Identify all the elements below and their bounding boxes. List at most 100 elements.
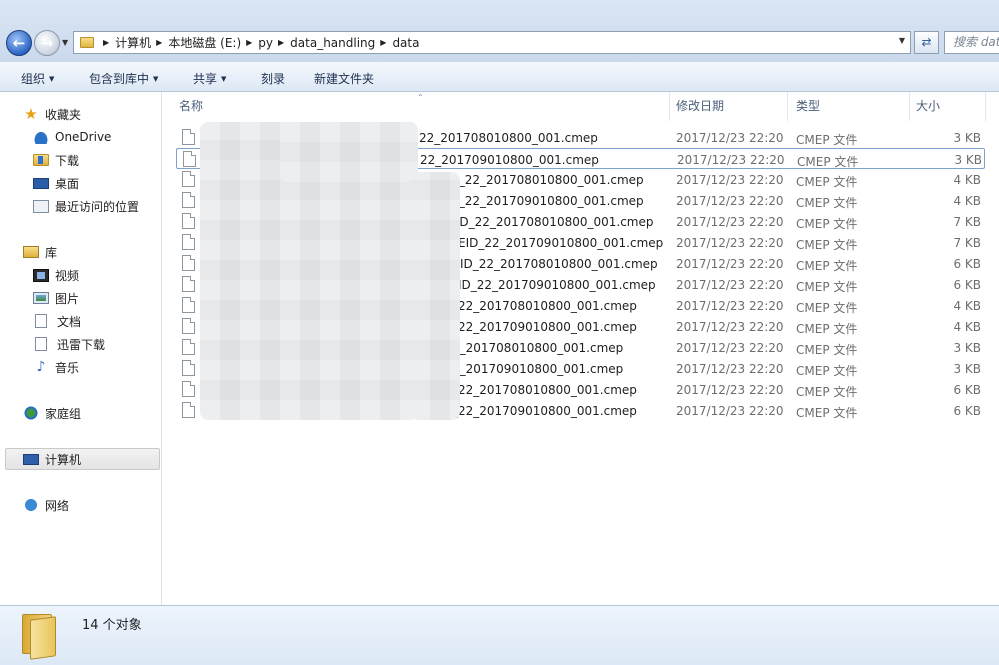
- file-icon: [182, 402, 195, 418]
- file-name: ID_22_201709010800_001.cmep: [458, 278, 656, 292]
- chevron-right-icon[interactable]: ▶: [380, 38, 386, 47]
- file-name: _22_201709010800_001.cmep: [452, 320, 637, 334]
- nav-item-label: 计算机: [45, 452, 82, 467]
- nav-item-label: 下载: [55, 153, 80, 168]
- file-name: .ID_22_201708010800_001.cmep: [452, 215, 654, 229]
- dropdown-arrow-icon: ▼: [49, 75, 55, 83]
- nav-item-downloads[interactable]: 下载: [0, 149, 162, 171]
- new-folder-button[interactable]: 新建文件夹: [314, 70, 374, 87]
- file-icon: [182, 171, 195, 187]
- file-icon: [182, 129, 195, 145]
- nav-item-pictures[interactable]: 图片: [0, 287, 162, 309]
- file-icon: [182, 360, 195, 376]
- share-button[interactable]: 共享 ▼: [193, 70, 226, 87]
- nav-item-computer[interactable]: 计算机: [5, 448, 160, 470]
- file-modified: 2017/12/23 22:20: [676, 215, 784, 229]
- organize-label: 组织: [21, 72, 46, 86]
- file-name: ID_22_201708010800_001.cmep: [446, 173, 644, 187]
- file-icon: [182, 318, 195, 334]
- nav-item-music[interactable]: ♪ 音乐: [0, 356, 162, 378]
- file-type: CMEP 文件: [796, 238, 858, 252]
- music-note-icon: ♪: [36, 359, 46, 375]
- file-modified: 2017/12/23 22:20: [676, 383, 784, 397]
- back-button[interactable]: ←: [6, 30, 32, 56]
- details-pane: 14 个对象: [0, 605, 999, 665]
- file-name: 2_201709010800_001.cmep: [452, 362, 624, 376]
- file-name: 22_201708010800_001.cmep: [419, 131, 598, 145]
- nav-item-label: 视频: [55, 268, 80, 283]
- nav-item-libraries[interactable]: 库: [0, 241, 162, 263]
- file-name: ID_22_201709010800_001.cmep: [446, 194, 644, 208]
- breadcrumb-computer[interactable]: 计算机: [115, 34, 151, 51]
- breadcrumb-py[interactable]: py: [258, 36, 273, 50]
- file-list: ⌃ 名称 修改日期 类型 大小 22_201708010800_001.cmep…: [162, 92, 999, 605]
- file-modified: 2017/12/23 22:20: [676, 362, 784, 376]
- breadcrumb-data[interactable]: data: [392, 36, 419, 50]
- file-size: 7 KB: [953, 215, 981, 229]
- file-icon: [182, 381, 195, 397]
- file-icon: [182, 192, 195, 208]
- file-modified: 2017/12/23 22:20: [677, 153, 785, 167]
- file-modified: 2017/12/23 22:20: [676, 131, 784, 145]
- file-modified: 2017/12/23 22:20: [676, 404, 784, 418]
- file-size: 4 KB: [953, 299, 981, 313]
- cloud-icon: [33, 130, 49, 144]
- nav-item-favorites[interactable]: ★ 收藏夹: [0, 103, 162, 125]
- address-bar-region: ← → ▼ ▶ 计算机 ▶ 本地磁盘 (E:) ▶ py ▶ data_hand…: [0, 0, 999, 62]
- nav-item-desktop[interactable]: 桌面: [0, 172, 162, 194]
- nav-item-recent[interactable]: 最近访问的位置: [0, 195, 162, 217]
- file-name: _22_201708010800_001.cmep: [452, 299, 637, 313]
- refresh-button[interactable]: ⇄: [914, 31, 939, 54]
- file-size: 6 KB: [953, 404, 981, 418]
- chevron-right-icon[interactable]: ▶: [103, 38, 109, 47]
- file-icon: [182, 255, 195, 271]
- burn-button[interactable]: 刻录: [261, 70, 285, 87]
- file-size: 3 KB: [953, 341, 981, 355]
- breadcrumb-data-handling[interactable]: data_handling: [290, 36, 375, 50]
- breadcrumb-drive-e[interactable]: 本地磁盘 (E:): [168, 34, 241, 51]
- dropdown-arrow-icon: ▼: [221, 75, 227, 83]
- nav-item-documents[interactable]: 文档: [0, 310, 162, 332]
- nav-item-label: 网络: [45, 498, 70, 513]
- column-header-modified[interactable]: 修改日期: [676, 92, 788, 121]
- chevron-right-icon[interactable]: ▶: [156, 38, 162, 47]
- file-modified: 2017/12/23 22:20: [676, 341, 784, 355]
- include-in-library-button[interactable]: 包含到库中 ▼: [89, 70, 158, 87]
- file-name: EID_22_201709010800_001.cmep: [458, 236, 664, 250]
- nav-item-onedrive[interactable]: OneDrive: [0, 126, 162, 148]
- search-input[interactable]: 搜索 data: [944, 31, 999, 54]
- file-size: 6 KB: [953, 257, 981, 271]
- dropdown-arrow-icon: ▼: [153, 75, 159, 83]
- file-size: 3 KB: [953, 362, 981, 376]
- file-icon: [182, 297, 195, 313]
- nav-item-label: 图片: [55, 291, 80, 306]
- recent-pages-dropdown-icon[interactable]: ▼: [62, 38, 68, 47]
- desktop-icon: [33, 177, 49, 189]
- file-modified: 2017/12/23 22:20: [676, 320, 784, 334]
- nav-item-homegroup[interactable]: 家庭组: [0, 402, 162, 424]
- file-size: 4 KB: [953, 173, 981, 187]
- file-type: CMEP 文件: [796, 322, 858, 336]
- file-type: CMEP 文件: [796, 343, 858, 357]
- file-name: ID_22_201708010800_001.cmep: [460, 257, 658, 271]
- address-box[interactable]: ▶ 计算机 ▶ 本地磁盘 (E:) ▶ py ▶ data_handling ▶…: [73, 31, 911, 54]
- column-header-name[interactable]: 名称: [179, 92, 670, 121]
- forward-button[interactable]: →: [34, 30, 60, 56]
- navigation-pane: ★ 收藏夹 OneDrive 下载 桌面 最近访问的位置 库 视频 图片 文档 迅…: [0, 92, 162, 605]
- address-history-dropdown-icon[interactable]: ▼: [899, 36, 905, 45]
- nav-item-network[interactable]: 网络: [0, 494, 162, 516]
- chevron-right-icon[interactable]: ▶: [278, 38, 284, 47]
- nav-item-videos[interactable]: 视频: [0, 264, 162, 286]
- nav-item-label: 文档: [57, 314, 82, 329]
- nav-item-label: 库: [45, 245, 58, 260]
- chevron-right-icon[interactable]: ▶: [246, 38, 252, 47]
- organize-button[interactable]: 组织 ▼: [21, 70, 54, 87]
- nav-item-xunlei[interactable]: 迅雷下载: [0, 333, 162, 355]
- column-header-type[interactable]: 类型: [796, 92, 910, 121]
- file-modified: 2017/12/23 22:20: [676, 173, 784, 187]
- file-type: CMEP 文件: [796, 301, 858, 315]
- folder-icon: [22, 614, 58, 660]
- file-type: CMEP 文件: [796, 280, 858, 294]
- column-header-size[interactable]: 大小: [916, 92, 986, 121]
- command-toolbar: 组织 ▼ 包含到库中 ▼ 共享 ▼ 刻录 新建文件夹: [0, 62, 999, 92]
